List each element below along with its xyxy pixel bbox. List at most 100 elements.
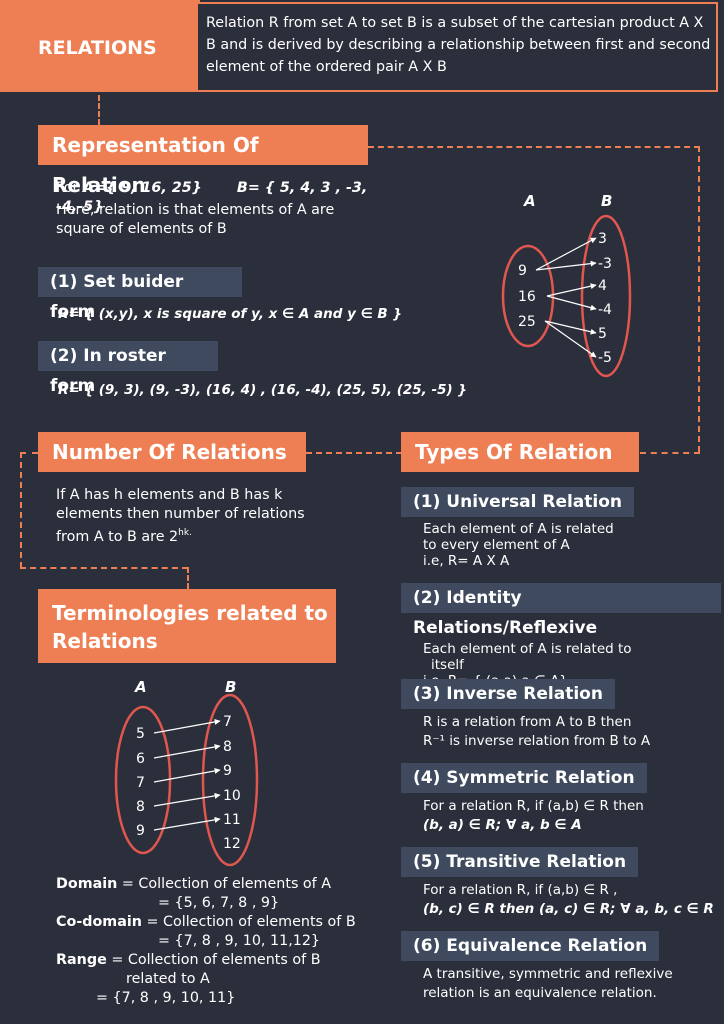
type-equivalence-line2: relation is an equivalence relation. [423,985,657,1001]
domain-set: = {5, 6, 7, 8 , 9} [158,895,280,911]
codomain-text: = Collection of elements of B [146,914,356,930]
type-universal-line3: i.e, R= A X A [423,553,510,569]
diagram1-arrow [535,237,597,271]
domain-label: Domain [56,876,118,892]
domain-line: Domain = Collection of elements of A [56,875,386,894]
codomain-line: Co-domain = Collection of elements of B [56,913,386,932]
connector-middle [306,452,402,454]
diagram1-a-item: 9 [518,263,527,279]
type-identity-line1: Each element of A is related to [423,641,632,657]
diagram2-arrow [153,768,221,783]
diagram2-b-item: 9 [223,763,232,779]
diagram1-a-item: 25 [518,314,536,330]
type-universal-line1: Each element of A is related [423,521,614,537]
connector-header [98,95,100,125]
diagram2-a-item: 6 [136,751,145,767]
type-equivalence: (6) Equivalence Relation A transitive, s… [401,931,721,1015]
type-inverse-desc: R is a relation from A to B then R⁻¹ is … [401,713,721,751]
diagram2-label-b: B [225,678,236,696]
setbuilder-formula: R= { (x,y), x is square of y, x ∈ A and … [58,306,402,322]
diagram1-b-item: 5 [598,326,607,342]
connector-right-down [698,146,700,452]
type-transitive-title: (5) Transitive Relation [401,847,639,877]
page-title: RELATIONS [38,37,157,59]
terminologies-title: Terminologies related to Relations [52,599,328,655]
roster-title: (2) In roster form [38,341,218,396]
diagram2-arrow [153,792,221,807]
diagram2-a-item: 7 [136,775,145,791]
setbuilder-title: (1) Set buider form [38,267,242,322]
codomain-set: = {7, 8 , 9, 10, 11,12} [158,933,321,949]
header-description: Relation R from set A to set B is a subs… [206,15,711,75]
diagram1-arrow [546,295,597,311]
type-symmetric-desc: For a relation R, if (a,b) ∈ R then (b, … [401,797,721,835]
set-a: A={ 9, 16, 25} [82,180,202,196]
type-universal-title: (1) Universal Relation [401,487,635,517]
type-identity: (2) Identity Relations/Reflexive Each el… [401,583,721,689]
connector-bottom [20,567,188,569]
diagram1-b-item: 3 [598,231,607,247]
diagram1-b-item: 4 [598,278,607,294]
range-set: = {7, 8 , 9, 10, 11} [96,990,236,1006]
range-text2: related to A [126,971,210,987]
diagram1-b-item: -5 [598,350,612,366]
diagram1-label-a: A [523,192,536,210]
type-equivalence-line1: A transitive, symmetric and reflexive [423,966,673,982]
type-inverse-line2: R⁻¹ is inverse relation from B to A [423,733,651,749]
type-equivalence-desc: A transitive, symmetric and reflexive re… [401,965,721,1003]
connector-types [640,452,700,454]
diagram2-b-item: 10 [223,788,241,804]
connector-term [187,567,189,589]
type-symmetric: (4) Symmetric Relation For a relation R,… [401,763,721,847]
type-transitive: (5) Transitive Relation For a relation R… [401,847,721,931]
diagram2-b-item: 8 [223,739,232,755]
type-identity-title: (2) Identity Relations/Reflexive [401,583,721,638]
diagram2-b-item: 11 [223,812,241,828]
diagram1-arrow [535,260,597,271]
range-text: = Collection of elements of B [111,952,321,968]
type-equivalence-title: (6) Equivalence Relation [401,931,660,961]
connector-left [20,452,38,454]
type-transitive-desc: For a relation R, if (a,b) ∈ R , (b, c) … [401,881,721,919]
type-transitive-line1: For a relation R, if (a,b) ∈ R , [423,882,618,898]
header-description-box: Relation R from set A to set B is a subs… [196,2,718,92]
diagram2-a-item: 5 [136,726,145,742]
type-transitive-line2: (b, c) ∈ R then (a, c) ∈ R; ∀ a, b, c ∈ … [423,901,714,917]
roster-formula: R= { (9, 3), (9, -3), (16, 4) , (16, -4)… [58,382,467,398]
type-inverse: (3) Inverse Relation R is a relation fro… [401,679,721,763]
diagram1-a-item: 16 [518,289,536,305]
type-identity-line2: itself [431,657,464,673]
representation-title: Representation Of Relation [38,125,368,197]
diagram2-a-item: 9 [136,823,145,839]
number-title: Number Of Relations [38,432,306,472]
types-title: Types Of Relation [401,432,639,472]
for-label: For [56,180,79,196]
terminologies-title-line2: Relations [52,629,158,653]
number-superscript: hk. [178,528,192,538]
terminologies-diagram: A B 5 6 7 8 9 7 8 9 10 11 12 [114,678,259,867]
diagram2-arrow [153,744,221,759]
diagram1-label-b: B [601,192,612,210]
range-label: Range [56,952,107,968]
domain-text: = Collection of elements of A [121,876,332,892]
type-symmetric-title: (4) Symmetric Relation [401,763,647,793]
diagram2-a-item: 8 [136,799,145,815]
type-symmetric-line2: (b, a) ∈ R; ∀ a, b ∈ A [423,817,582,833]
diagram1-b-item: -3 [598,256,612,272]
type-inverse-title: (3) Inverse Relation [401,679,615,709]
diagram2-label-a: A [134,678,147,696]
type-inverse-line1: R is a relation from A to B then [423,714,632,730]
connector-top-right [368,146,700,148]
diagram1-arrow [546,283,597,297]
codomain-label: Co-domain [56,914,142,930]
type-universal-line2: to every element of A [423,537,570,553]
types-list: (1) Universal Relation Each element of A… [401,487,721,1015]
diagram2-b-item: 7 [223,714,232,730]
terminologies-title-block: Terminologies related to Relations [38,589,336,663]
type-universal: (1) Universal Relation Each element of A… [401,487,721,583]
terminologies-title-line1: Terminologies related to [52,601,328,625]
terminology-definitions: Domain = Collection of elements of A = {… [56,875,386,1008]
number-text: If A has h elements and B has k elements… [56,486,326,547]
range-line: Range = Collection of elements of B [56,951,386,970]
type-symmetric-line1: For a relation R, if (a,b) ∈ R then [423,798,644,814]
